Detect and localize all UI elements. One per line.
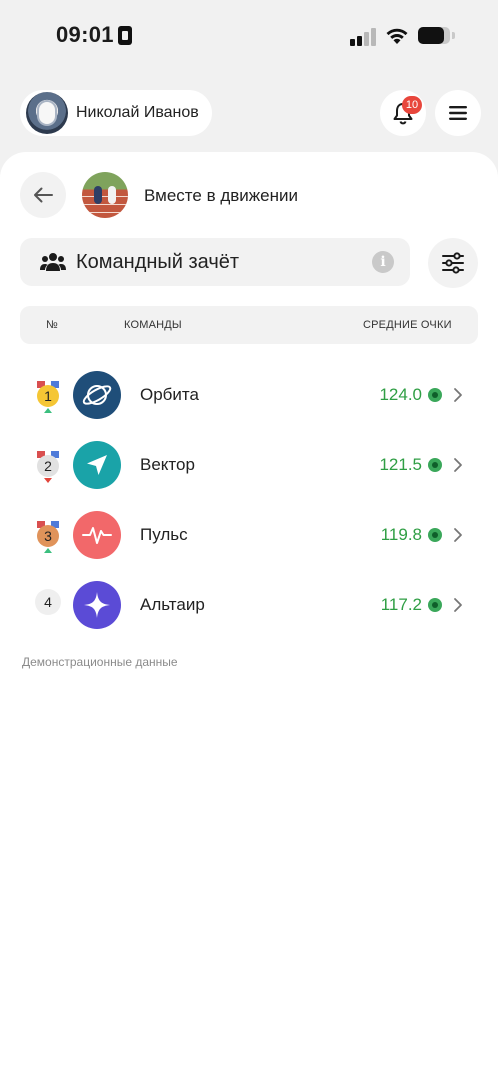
column-teams-header: КОМАНДЫ [124,319,182,331]
navigation-arrow-icon [87,455,107,475]
status-bar: 09:01 [0,0,498,72]
team-logo [73,441,121,489]
gold-medal-icon: 1 [35,381,61,407]
group-title: Вместе в движении [144,186,298,205]
demo-data-note: Демонстрационные данные [22,655,178,669]
silver-medal-icon: 2 [35,451,61,477]
scoring-title: Командный зачёт [76,250,240,273]
team-score: 121.5 [379,455,422,474]
arrow-left-icon [34,187,53,203]
hamburger-menu-icon [449,106,467,120]
team-name: Вектор [140,455,195,474]
table-header: № КОМАНДЫ СРЕДНИЕ ОЧКИ [20,306,478,344]
trend-down-icon [44,478,52,483]
back-button[interactable] [20,172,66,218]
chevron-right-icon [454,388,462,402]
rank-number: 3 [37,525,59,547]
trend-up-icon [44,548,52,553]
bronze-medal-icon: 3 [35,521,61,547]
user-profile-chip[interactable]: Николай Иванов [20,90,212,136]
team-logo [73,581,121,629]
team-name: Орбита [140,385,199,404]
rank-number: 1 [37,385,59,407]
wifi-icon [386,28,408,44]
user-name: Николай Иванов [76,104,199,121]
chevron-right-icon [454,458,462,472]
team-name: Пульс [140,525,188,544]
team-score: 124.0 [379,385,422,404]
sliders-icon [442,252,464,274]
column-score-header: СРЕДНИЕ ОЧКИ [363,319,452,331]
points-coin-icon [428,598,442,612]
points-coin-icon [428,528,442,542]
scoring-mode-selector[interactable]: Командный зачёт i [20,238,410,286]
points-coin-icon [428,458,442,472]
chevron-right-icon [454,598,462,612]
star-icon [84,592,110,618]
team-row[interactable]: 4 Альтаир 117.2 [0,569,498,639]
user-avatar [26,92,68,134]
rank-cell: 2 [35,447,61,483]
info-icon[interactable]: i [372,251,394,273]
heartbeat-icon [82,527,112,544]
team-row[interactable]: 3 Пульс 119.8 [0,499,498,569]
rank-number: 2 [37,455,59,477]
team-score: 119.8 [380,525,422,544]
cellular-signal-icon [350,28,376,46]
team-logo [73,371,121,419]
points-coin-icon [428,388,442,402]
battery-icon [418,27,455,44]
notifications-button[interactable]: 10 [380,90,426,136]
team-name: Альтаир [140,595,205,614]
sim-card-icon [118,26,132,45]
filter-button[interactable] [428,238,478,288]
group-avatar[interactable] [82,172,128,218]
users-group-icon [40,253,66,271]
rank-number: 4 [35,589,61,615]
rank-cell: 1 [35,377,61,413]
planet-icon [82,385,112,405]
rank-cell: 3 [35,517,61,553]
notifications-badge: 10 [402,96,422,114]
menu-button[interactable] [435,90,481,136]
top-bar: Николай Иванов 10 [0,88,498,138]
trend-up-icon [44,408,52,413]
team-row[interactable]: 2 Вектор 121.5 [0,429,498,499]
rank-cell: 4 [35,587,61,619]
status-time: 09:01 [56,22,114,47]
team-score: 117.2 [380,595,422,614]
column-rank-header: № [46,319,59,331]
team-row[interactable]: 1 Орбита 124.0 [0,359,498,429]
team-logo [73,511,121,559]
main-sheet: Вместе в движении Командный зачёт i № КО… [0,152,498,1083]
chevron-right-icon [454,528,462,542]
